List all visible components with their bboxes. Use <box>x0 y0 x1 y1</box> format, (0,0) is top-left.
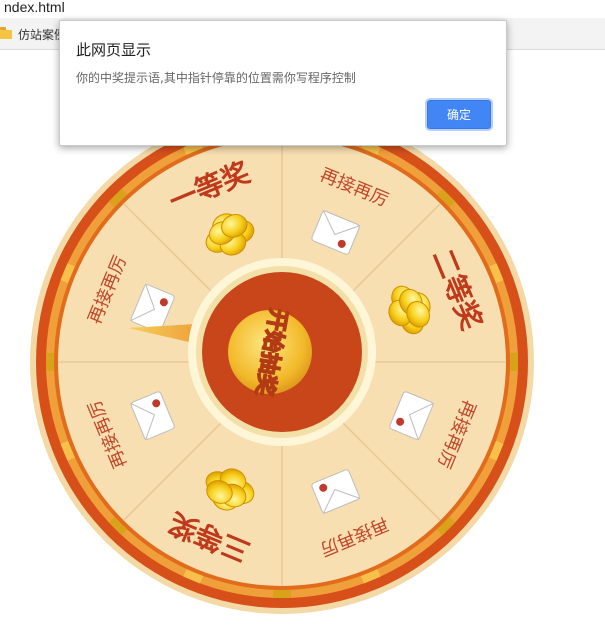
alert-dialog: 此网页显示 你的中奖提示语,其中指针停靠的位置需你写程序控制 确定 <box>59 20 507 146</box>
rim-mark <box>273 590 291 598</box>
ok-button[interactable]: 确定 <box>427 100 491 129</box>
rim-mark <box>510 353 518 371</box>
rim-mark <box>46 353 54 371</box>
dialog-title: 此网页显示 <box>76 41 152 59</box>
dialog-message: 你的中奖提示语,其中指针停靠的位置需你写程序控制 <box>76 71 356 85</box>
